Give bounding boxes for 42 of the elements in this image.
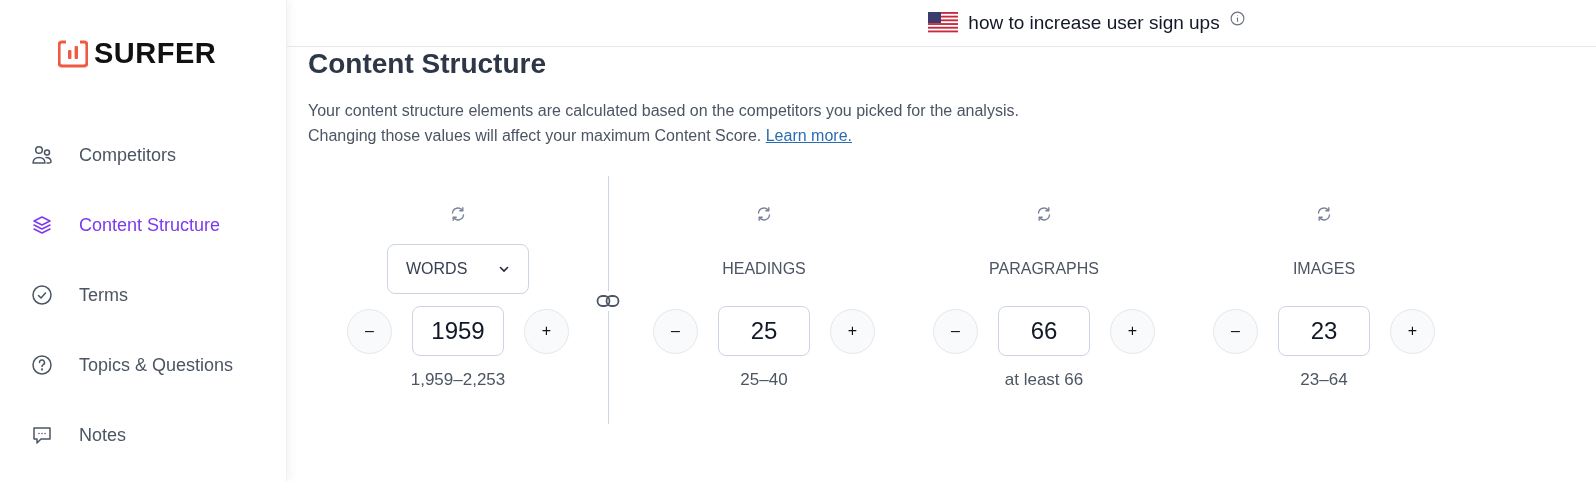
value-field[interactable]: 1959 <box>412 306 504 356</box>
metric-label: PARAGRAPHS <box>989 260 1099 278</box>
sidebar-item[interactable]: Terms <box>0 260 286 330</box>
range-text: 23–64 <box>1300 370 1348 390</box>
sidebar-item[interactable]: Notes <box>0 400 286 470</box>
learn-more-link[interactable]: Learn more. <box>765 127 852 144</box>
decrement-button[interactable]: – <box>653 308 698 354</box>
logo-icon <box>58 39 88 68</box>
increment-button[interactable]: + <box>830 308 875 354</box>
keyword-text: how to increase user sign ups <box>968 12 1220 34</box>
sidebar-item[interactable]: Content Structure <box>0 190 286 260</box>
value-field[interactable]: 23 <box>1278 306 1370 356</box>
us-flag-icon <box>928 12 959 34</box>
decrement-button[interactable]: – <box>1213 308 1258 354</box>
metric-dropdown[interactable]: WORDS <box>387 244 529 294</box>
question-circle-icon <box>31 354 53 376</box>
range-text: 25–40 <box>740 370 788 390</box>
refresh-icon[interactable] <box>1316 206 1332 222</box>
decrement-button[interactable]: – <box>347 308 392 354</box>
increment-button[interactable]: + <box>524 308 569 354</box>
range-text: 1,959–2,253 <box>410 370 506 390</box>
layers-icon <box>31 214 53 236</box>
info-icon[interactable] <box>1229 10 1245 26</box>
increment-button[interactable]: + <box>1390 308 1435 354</box>
metric-label: IMAGES <box>1292 260 1356 278</box>
value-field[interactable]: 25 <box>718 306 810 356</box>
refresh-icon[interactable] <box>756 206 772 222</box>
decrement-button[interactable]: – <box>933 308 978 354</box>
description-text: Your content structure elements are calculated based on the competitors you picked for the analysis. Changing those values will affect your maximum Content Score. Learn more. <box>308 101 1020 146</box>
chat-bubble-icon <box>31 424 53 446</box>
sidebar-item[interactable]: Topics & Questions <box>0 330 286 400</box>
people-icon <box>31 144 53 166</box>
metric-label: HEADINGS <box>722 260 806 278</box>
check-circle-icon <box>31 284 53 306</box>
sidebar-item[interactable]: Competitors <box>0 120 286 190</box>
value-field[interactable]: 66 <box>998 306 1090 356</box>
page-title: Content Structure <box>308 47 547 81</box>
range-text: at least 66 <box>1004 370 1084 390</box>
logo-text: SURFER <box>94 37 217 70</box>
increment-button[interactable]: + <box>1110 308 1155 354</box>
refresh-icon[interactable] <box>1036 206 1052 222</box>
refresh-icon[interactable] <box>450 206 466 222</box>
